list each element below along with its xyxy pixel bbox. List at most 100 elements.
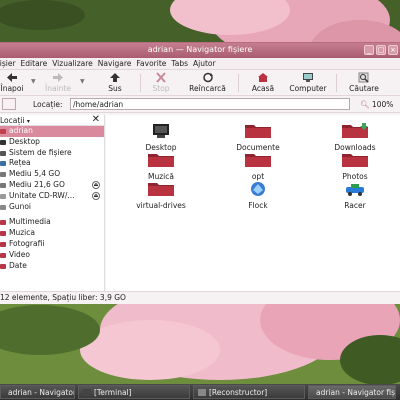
stop-icon — [156, 72, 166, 83]
taskbar: adrian - Navigator fi... [Terminal] [Recon… — [0, 384, 400, 400]
file-item-1[interactable]: Documente — [223, 123, 293, 152]
stop-label: Stop — [152, 84, 170, 93]
toggle-path-bar-icon[interactable] — [2, 98, 16, 110]
sidebar-close-icon[interactable]: ✕ — [92, 114, 100, 125]
sidebar-item-bookmarks-4[interactable]: Date — [0, 261, 104, 272]
folder-icon — [245, 125, 271, 138]
stop-button[interactable]: Stop — [146, 72, 176, 93]
menu-view[interactable]: Vizualizare — [52, 59, 98, 68]
place-icon — [0, 172, 6, 178]
eject-icon[interactable]: ⏏ — [92, 191, 100, 200]
folder-icon — [342, 154, 368, 167]
place-icon — [0, 263, 6, 269]
up-button[interactable]: Sus — [100, 72, 130, 93]
window-titlebar[interactable]: adrian — Navigator fișiere _ □ × — [0, 43, 400, 58]
file-item-0[interactable]: Desktop — [126, 123, 196, 152]
sidebar-item-label: Unitate CD-RW/... — [9, 190, 75, 200]
forward-arrow-icon — [53, 73, 63, 82]
sidebar-item-items-2[interactable]: Sistem de fișiere — [0, 148, 104, 159]
menu-tabs[interactable]: Tabs — [171, 59, 193, 68]
place-icon — [0, 231, 6, 237]
search-label: Căutare — [349, 84, 379, 93]
place-icon — [0, 241, 6, 247]
forward-label: Înainte — [45, 84, 71, 93]
menu-bookmarks[interactable]: Favorite — [136, 59, 171, 68]
sidebar-item-label: Mediu 5,4 GO — [9, 169, 61, 179]
sidebar-item-items-7[interactable]: Gunoi — [0, 202, 104, 213]
sidebar-title[interactable]: Locații ▾ — [0, 116, 30, 125]
sidebar-item-bookmarks-3[interactable]: Video — [0, 250, 104, 261]
folder-icon — [148, 154, 174, 167]
reload-button[interactable]: Reîncarcă — [185, 72, 230, 93]
back-label: Înapoi — [0, 84, 24, 93]
file-label: Photos — [342, 172, 368, 181]
sidebar-item-label: Sistem de fișiere — [9, 147, 72, 157]
search-button[interactable]: Căutare — [344, 72, 384, 93]
forward-button[interactable]: Înainte — [42, 72, 74, 93]
taskbar-task-1[interactable]: [Terminal] — [78, 385, 190, 399]
sidebar-item-label: Video — [9, 249, 31, 259]
sidebar-item-items-0[interactable]: adrian — [0, 126, 104, 137]
maximize-button[interactable]: □ — [376, 45, 386, 55]
up-arrow-icon — [110, 73, 120, 82]
file-item-7[interactable]: Flock — [223, 181, 293, 210]
menu-go[interactable]: Navigare — [98, 59, 137, 68]
file-item-6[interactable]: virtual-drives — [126, 181, 196, 210]
menu-edit[interactable]: Editare — [21, 59, 53, 68]
forward-history-dropdown-icon[interactable]: ▼ — [80, 78, 85, 85]
zoom-value: 100% — [371, 100, 394, 109]
status-bar: 12 elemente, Spațiu liber: 3,9 GO — [0, 291, 400, 304]
file-item-4[interactable]: opt — [223, 152, 293, 181]
racer-icon — [346, 184, 364, 196]
file-label: Racer — [344, 201, 366, 210]
sidebar-item-label: Gunoi — [9, 201, 31, 211]
sidebar-item-items-6[interactable]: Unitate CD-RW/... ⏏ — [0, 191, 104, 202]
sidebar-item-items-1[interactable]: Desktop — [0, 137, 104, 148]
zoom-level[interactable]: 🔍︎ 100% — [360, 100, 393, 109]
file-manager-window: adrian — Navigator fișiere _ □ × Fișier … — [0, 42, 400, 304]
sidebar-item-items-3[interactable]: Rețea — [0, 158, 104, 169]
file-item-8[interactable]: Racer — [320, 181, 390, 210]
sidebar-item-items-4[interactable]: Mediu 5,4 GO — [0, 169, 104, 180]
taskbar-task-3[interactable]: adrian - Navigator fișiere — [308, 385, 396, 399]
back-history-dropdown-icon[interactable]: ▼ — [31, 78, 36, 85]
place-icon — [0, 182, 6, 188]
file-label: Downloads — [334, 143, 376, 152]
sidebar-item-items-5[interactable]: Mediu 21,6 GO ⏏ — [0, 180, 104, 191]
folder-icon — [245, 154, 271, 167]
sidebar-item-label: Muzica — [9, 228, 35, 238]
window-title: adrian — Navigator fișiere — [147, 45, 253, 54]
file-item-2[interactable]: Downloads — [320, 123, 390, 152]
eject-icon[interactable]: ⏏ — [92, 180, 100, 189]
sidebar-item-bookmarks-1[interactable]: Muzica — [0, 228, 104, 239]
places-sidebar: Locații ▾ ✕ adrian Desktop Sistem de fișie… — [0, 114, 105, 291]
location-input[interactable] — [70, 98, 350, 110]
home-button[interactable]: Acasă — [246, 72, 280, 93]
menubar: Fișier Editare Vizualizare Navigare Favo… — [0, 58, 400, 70]
task-app-icon — [83, 388, 91, 396]
taskbar-task-0[interactable]: adrian - Navigator fi... — [0, 385, 75, 399]
file-label: Muzică — [148, 172, 174, 181]
sidebar-item-bookmarks-0[interactable]: Multimedia — [0, 217, 104, 228]
flock-icon — [251, 182, 265, 196]
close-window-button[interactable]: × — [388, 45, 398, 55]
folder-icon — [148, 183, 174, 196]
sidebar-dropdown-icon[interactable]: ▾ — [27, 118, 30, 125]
minimize-button[interactable]: _ — [364, 45, 374, 55]
file-item-5[interactable]: Photos — [320, 152, 390, 181]
zoom-out-icon[interactable]: 🔍︎ — [360, 100, 370, 109]
location-bar: Locație: 🔍︎ 100% — [0, 96, 400, 113]
toolbar-separator — [140, 74, 141, 92]
back-button[interactable]: Înapoi — [0, 72, 27, 93]
menu-help[interactable]: Ajutor — [193, 59, 221, 68]
sidebar-item-bookmarks-2[interactable]: Fotografii — [0, 239, 104, 250]
place-icon — [0, 252, 6, 258]
taskbar-task-2[interactable]: [Reconstructor] — [193, 385, 305, 399]
place-icon — [0, 129, 6, 134]
computer-button[interactable]: Computer — [286, 72, 330, 93]
place-icon — [0, 150, 6, 156]
file-label: Flock — [248, 201, 268, 210]
menu-file[interactable]: Fișier — [0, 59, 21, 68]
reload-label: Reîncarcă — [189, 84, 226, 93]
file-item-3[interactable]: Muzică — [126, 152, 196, 181]
